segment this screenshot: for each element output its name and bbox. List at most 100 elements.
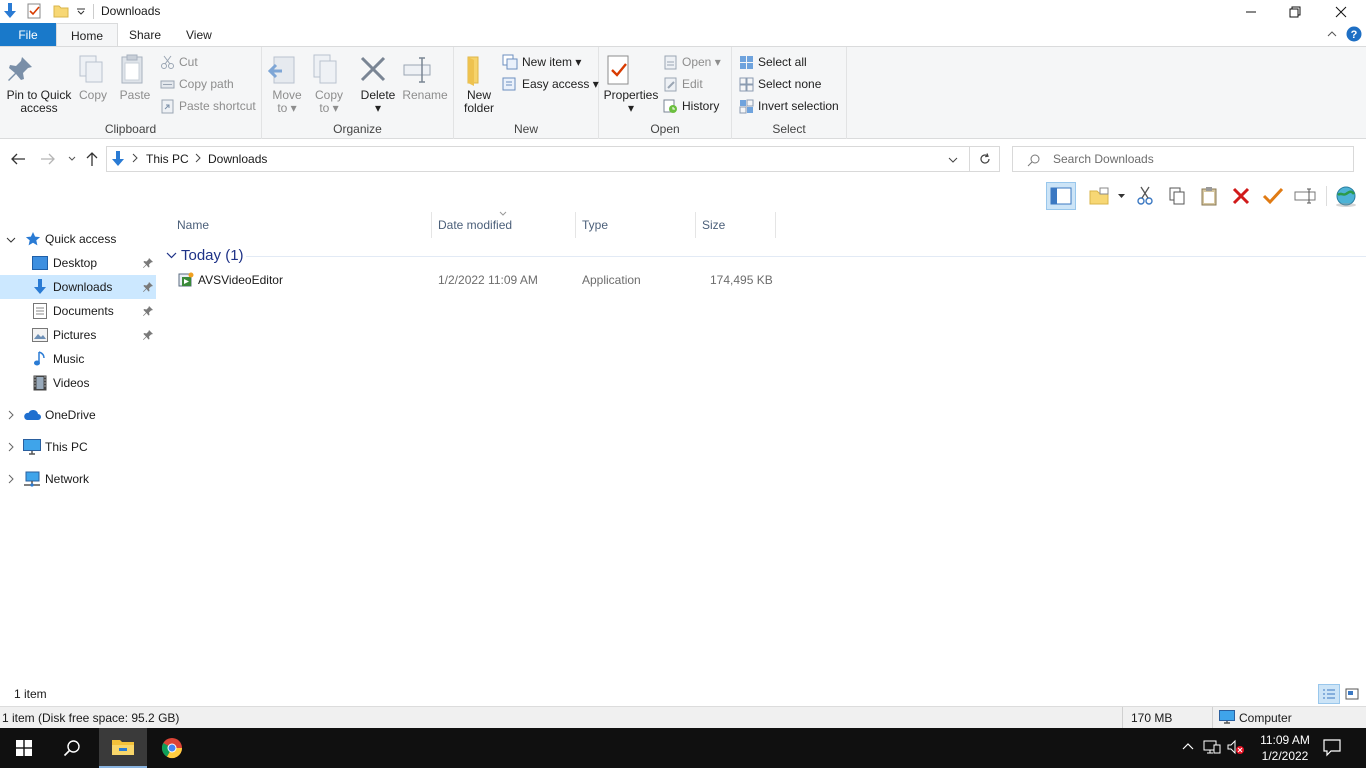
- select-none-button[interactable]: Select none: [739, 74, 821, 94]
- show-hidden-icons-chevron-icon[interactable]: [1181, 741, 1195, 751]
- close-button[interactable]: [1318, 0, 1364, 23]
- easy-access-button[interactable]: Easy access ▾: [502, 74, 599, 94]
- breadcrumb-this-pc[interactable]: This PC: [146, 152, 189, 166]
- minimize-button[interactable]: [1228, 0, 1274, 23]
- select-all-button[interactable]: Select all: [739, 52, 807, 72]
- up-arrow-icon[interactable]: [85, 151, 99, 167]
- tab-view[interactable]: View: [172, 23, 226, 46]
- column-header-date-modified[interactable]: Date modified: [432, 211, 576, 238]
- paste-tool-button[interactable]: [1194, 182, 1224, 210]
- breadcrumb-downloads[interactable]: Downloads: [208, 152, 267, 166]
- network-tray-icon[interactable]: [1203, 739, 1221, 755]
- collapsed-chevron-icon[interactable]: [6, 410, 16, 420]
- properties-tool-button[interactable]: [1258, 182, 1288, 210]
- rename-button[interactable]: Rename: [402, 53, 448, 102]
- history-button[interactable]: History: [663, 96, 719, 116]
- group-collapse-chevron-icon[interactable]: [166, 251, 177, 260]
- volume-muted-icon[interactable]: [1227, 739, 1245, 755]
- column-header-name[interactable]: Name: [171, 212, 432, 238]
- tab-file[interactable]: File: [0, 23, 56, 46]
- system-clock[interactable]: 11:09 AM 1/2/2022: [1254, 732, 1316, 764]
- restore-button[interactable]: [1272, 0, 1318, 23]
- start-button[interactable]: [0, 728, 48, 768]
- nav-network[interactable]: Network: [0, 467, 156, 491]
- nav-videos[interactable]: Videos: [0, 371, 156, 395]
- nav-this-pc[interactable]: This PC: [0, 435, 156, 459]
- preview-pane-button[interactable]: [1046, 182, 1076, 210]
- chrome-taskbar-button[interactable]: [148, 728, 196, 768]
- large-icons-view-button[interactable]: [1342, 684, 1362, 704]
- group-header-today[interactable]: Today (1): [160, 243, 1366, 269]
- network-icon: [23, 471, 41, 487]
- properties-qat-button[interactable]: [26, 2, 42, 20]
- paste-shortcut-button[interactable]: Paste shortcut: [160, 96, 256, 116]
- collapsed-chevron-icon[interactable]: [6, 474, 16, 484]
- details-view-button[interactable]: [1318, 684, 1340, 704]
- address-dropdown-chevron-icon[interactable]: [947, 155, 959, 165]
- collapse-ribbon-chevron-icon[interactable]: [1326, 29, 1338, 39]
- address-bar[interactable]: This PC Downloads: [106, 146, 970, 172]
- selection-size: 170 MB: [1131, 711, 1173, 725]
- edit-button[interactable]: Edit: [663, 74, 703, 94]
- new-item-button[interactable]: New item ▾: [502, 52, 581, 72]
- application-icon: [178, 272, 194, 288]
- web-tool-button[interactable]: [1331, 182, 1361, 210]
- paste-button[interactable]: Paste: [117, 53, 153, 102]
- new-folder-tool-button[interactable]: [1084, 182, 1114, 210]
- column-header-type[interactable]: Type: [576, 212, 696, 238]
- pinned-icon[interactable]: [142, 257, 154, 269]
- copy-path-button[interactable]: Copy path: [160, 74, 234, 94]
- title-bar: Downloads: [0, 0, 1366, 23]
- collapsed-chevron-icon[interactable]: [6, 442, 16, 452]
- folder-options-chevron-icon[interactable]: [1117, 192, 1126, 200]
- nav-music[interactable]: Music: [0, 347, 156, 371]
- search-icon: [1027, 153, 1041, 167]
- nav-documents[interactable]: Documents: [0, 299, 156, 323]
- nav-desktop[interactable]: Desktop: [0, 251, 156, 275]
- invert-selection-icon: [739, 99, 754, 114]
- new-folder-qat-button[interactable]: [52, 2, 70, 20]
- back-arrow-icon[interactable]: [10, 152, 26, 166]
- copy-button[interactable]: Copy: [76, 53, 110, 102]
- new-folder-button[interactable]: New folder: [460, 53, 498, 115]
- table-row[interactable]: AVSVideoEditor 1/2/2022 11:09 AM Applica…: [160, 269, 1366, 291]
- nav-onedrive[interactable]: OneDrive: [0, 403, 156, 427]
- search-icon: [63, 740, 80, 757]
- search-box[interactable]: Search Downloads: [1012, 146, 1354, 172]
- qat-customize-chevron-icon[interactable]: [76, 6, 86, 16]
- taskbar-search-button[interactable]: [48, 728, 96, 768]
- invert-selection-button[interactable]: Invert selection: [739, 96, 839, 116]
- copy-tool-button[interactable]: [1162, 182, 1192, 210]
- refresh-button[interactable]: [970, 146, 1000, 172]
- pinned-icon[interactable]: [142, 281, 154, 293]
- copy-to-button[interactable]: Copy to ▾: [310, 53, 348, 115]
- notifications-icon[interactable]: [1322, 737, 1342, 757]
- help-icon[interactable]: ?: [1346, 26, 1362, 42]
- move-to-button[interactable]: Move to ▾: [268, 53, 306, 115]
- column-header-size[interactable]: Size: [696, 212, 776, 238]
- expanded-chevron-icon[interactable]: [6, 235, 16, 245]
- open-button[interactable]: Open ▾: [663, 52, 721, 72]
- forward-arrow-icon[interactable]: [40, 152, 56, 166]
- delete-button[interactable]: Delete ▾: [358, 53, 398, 115]
- delete-tool-button[interactable]: [1226, 182, 1256, 210]
- move-to-icon: [268, 53, 306, 87]
- properties-button[interactable]: Properties ▾: [603, 53, 659, 115]
- cut-tool-button[interactable]: [1130, 182, 1160, 210]
- windows-logo-icon: [16, 740, 32, 756]
- nav-pictures[interactable]: Pictures: [0, 323, 156, 347]
- breadcrumb-separator-icon[interactable]: [131, 153, 139, 163]
- nav-quick-access[interactable]: Quick access: [0, 227, 156, 251]
- pin-to-quick-access-button[interactable]: Pin to Quick access: [4, 53, 74, 115]
- rename-tool-button[interactable]: [1290, 182, 1320, 210]
- cut-button[interactable]: Cut: [160, 52, 198, 72]
- file-explorer-taskbar-button[interactable]: [99, 728, 147, 768]
- recent-locations-chevron-icon[interactable]: [67, 154, 77, 164]
- tab-share[interactable]: Share: [115, 23, 175, 46]
- tab-home[interactable]: Home: [56, 23, 119, 47]
- history-icon: [663, 99, 678, 114]
- pinned-icon[interactable]: [142, 305, 154, 317]
- breadcrumb-separator-icon[interactable]: [194, 153, 202, 163]
- nav-downloads[interactable]: Downloads: [0, 275, 156, 299]
- pinned-icon[interactable]: [142, 329, 154, 341]
